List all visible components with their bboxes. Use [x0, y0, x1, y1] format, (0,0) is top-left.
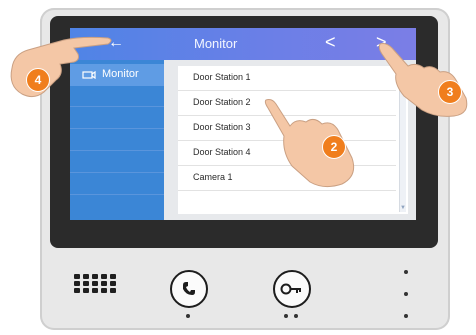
indicator-dot	[186, 314, 190, 318]
unlock-button[interactable]	[273, 270, 311, 308]
sidebar-divider	[70, 128, 164, 129]
key-icon	[280, 283, 301, 295]
list-item-label: Door Station 4	[193, 147, 251, 157]
scroll-down-icon[interactable]: ▼	[400, 204, 406, 212]
pointing-hand-icon	[264, 99, 355, 188]
indicator-dot	[404, 270, 408, 274]
callout-badge-2: 2	[322, 135, 346, 159]
list-item[interactable]: Door Station 1	[178, 66, 396, 91]
indicator-dot	[404, 292, 408, 296]
hardware-panel	[50, 252, 438, 326]
callout-badge-4: 4	[26, 68, 50, 92]
indicator-dot	[284, 314, 288, 318]
prev-page-icon[interactable]: <	[325, 32, 336, 53]
indicator-dot	[404, 314, 408, 318]
pointing-hand-icon	[10, 36, 112, 98]
sidebar-divider	[70, 150, 164, 151]
sidebar-divider	[70, 194, 164, 195]
list-item-label: Door Station 1	[193, 72, 251, 82]
callout-badge-3: 3	[438, 80, 462, 104]
header-bar: ← Monitor < >	[70, 28, 416, 60]
talk-button[interactable]	[170, 270, 208, 308]
list-item-label: Door Station 2	[193, 97, 251, 107]
monitor-screen: ← Monitor < > Monitor Door Station 1 Doo…	[70, 28, 416, 220]
list-item-label: Camera 1	[193, 172, 233, 182]
list-item-label: Door Station 3	[193, 122, 251, 132]
sidebar-divider	[70, 106, 164, 107]
handset-icon	[183, 282, 195, 295]
sidebar-divider	[70, 172, 164, 173]
pointing-hand-icon	[378, 43, 468, 117]
page-title: Monitor	[194, 36, 238, 51]
indicator-dot	[294, 314, 298, 318]
speaker-grille	[74, 274, 116, 293]
